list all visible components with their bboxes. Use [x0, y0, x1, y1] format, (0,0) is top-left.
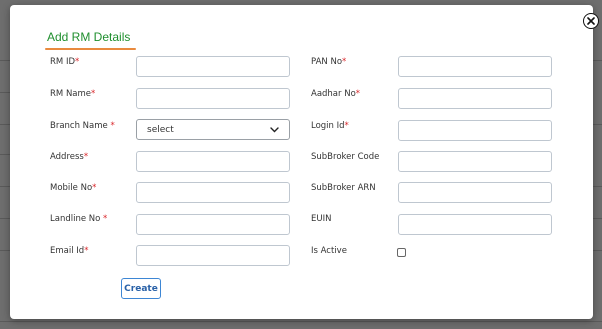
mobile-no-input[interactable]	[136, 182, 290, 203]
backdrop-divider	[0, 186, 10, 187]
label-address: Address*	[50, 152, 89, 162]
label-rm-name: RM Name*	[50, 89, 96, 99]
login-id-input[interactable]	[398, 120, 552, 141]
modal-title: Add RM Details	[47, 30, 131, 44]
euin-input[interactable]	[398, 214, 552, 235]
chevron-down-icon	[270, 126, 279, 132]
backdrop-divider	[593, 124, 602, 125]
label-is-active: Is Active	[311, 246, 347, 256]
landline-no-input[interactable]	[136, 214, 290, 235]
branch-name-select[interactable]: select	[136, 119, 290, 140]
add-rm-modal: Add RM Details RM ID* RM Name* Branch Na…	[10, 5, 599, 319]
label-subbroker-arn: SubBroker ARN	[311, 183, 376, 193]
backdrop-divider	[593, 186, 602, 187]
aadhar-no-input[interactable]	[398, 88, 552, 109]
label-aadhar-no: Aadhar No*	[311, 89, 361, 99]
backdrop-divider	[0, 321, 602, 322]
branch-name-selected: select	[147, 124, 174, 135]
rm-id-input[interactable]	[136, 56, 290, 77]
backdrop-divider	[0, 250, 10, 251]
backdrop-divider	[0, 154, 10, 155]
backdrop-divider	[0, 124, 10, 125]
label-pan-no: PAN No*	[311, 57, 347, 67]
backdrop-divider	[593, 250, 602, 251]
label-rm-id: RM ID*	[50, 57, 80, 67]
label-login-id: Login Id*	[311, 121, 349, 131]
title-underline	[45, 48, 136, 50]
label-landline-no: Landline No *	[50, 214, 108, 224]
backdrop-divider	[593, 60, 602, 61]
label-branch-name: Branch Name *	[50, 121, 115, 131]
address-input[interactable]	[136, 151, 290, 172]
label-email-id: Email Id*	[50, 246, 89, 256]
create-button[interactable]: Create	[121, 278, 161, 299]
label-euin: EUIN	[311, 214, 332, 224]
close-icon	[587, 17, 595, 25]
rm-name-input[interactable]	[136, 88, 290, 109]
subbroker-code-input[interactable]	[398, 151, 552, 172]
backdrop-divider	[593, 218, 602, 219]
backdrop-divider	[0, 60, 10, 61]
label-subbroker-code: SubBroker Code	[311, 152, 380, 162]
is-active-checkbox[interactable]	[397, 248, 406, 257]
close-button[interactable]	[583, 13, 599, 29]
backdrop-divider	[0, 218, 10, 219]
subbroker-arn-input[interactable]	[398, 182, 552, 203]
email-id-input[interactable]	[136, 245, 290, 266]
pan-no-input[interactable]	[398, 56, 552, 77]
label-mobile-no: Mobile No*	[50, 183, 97, 193]
backdrop-divider	[0, 92, 10, 93]
